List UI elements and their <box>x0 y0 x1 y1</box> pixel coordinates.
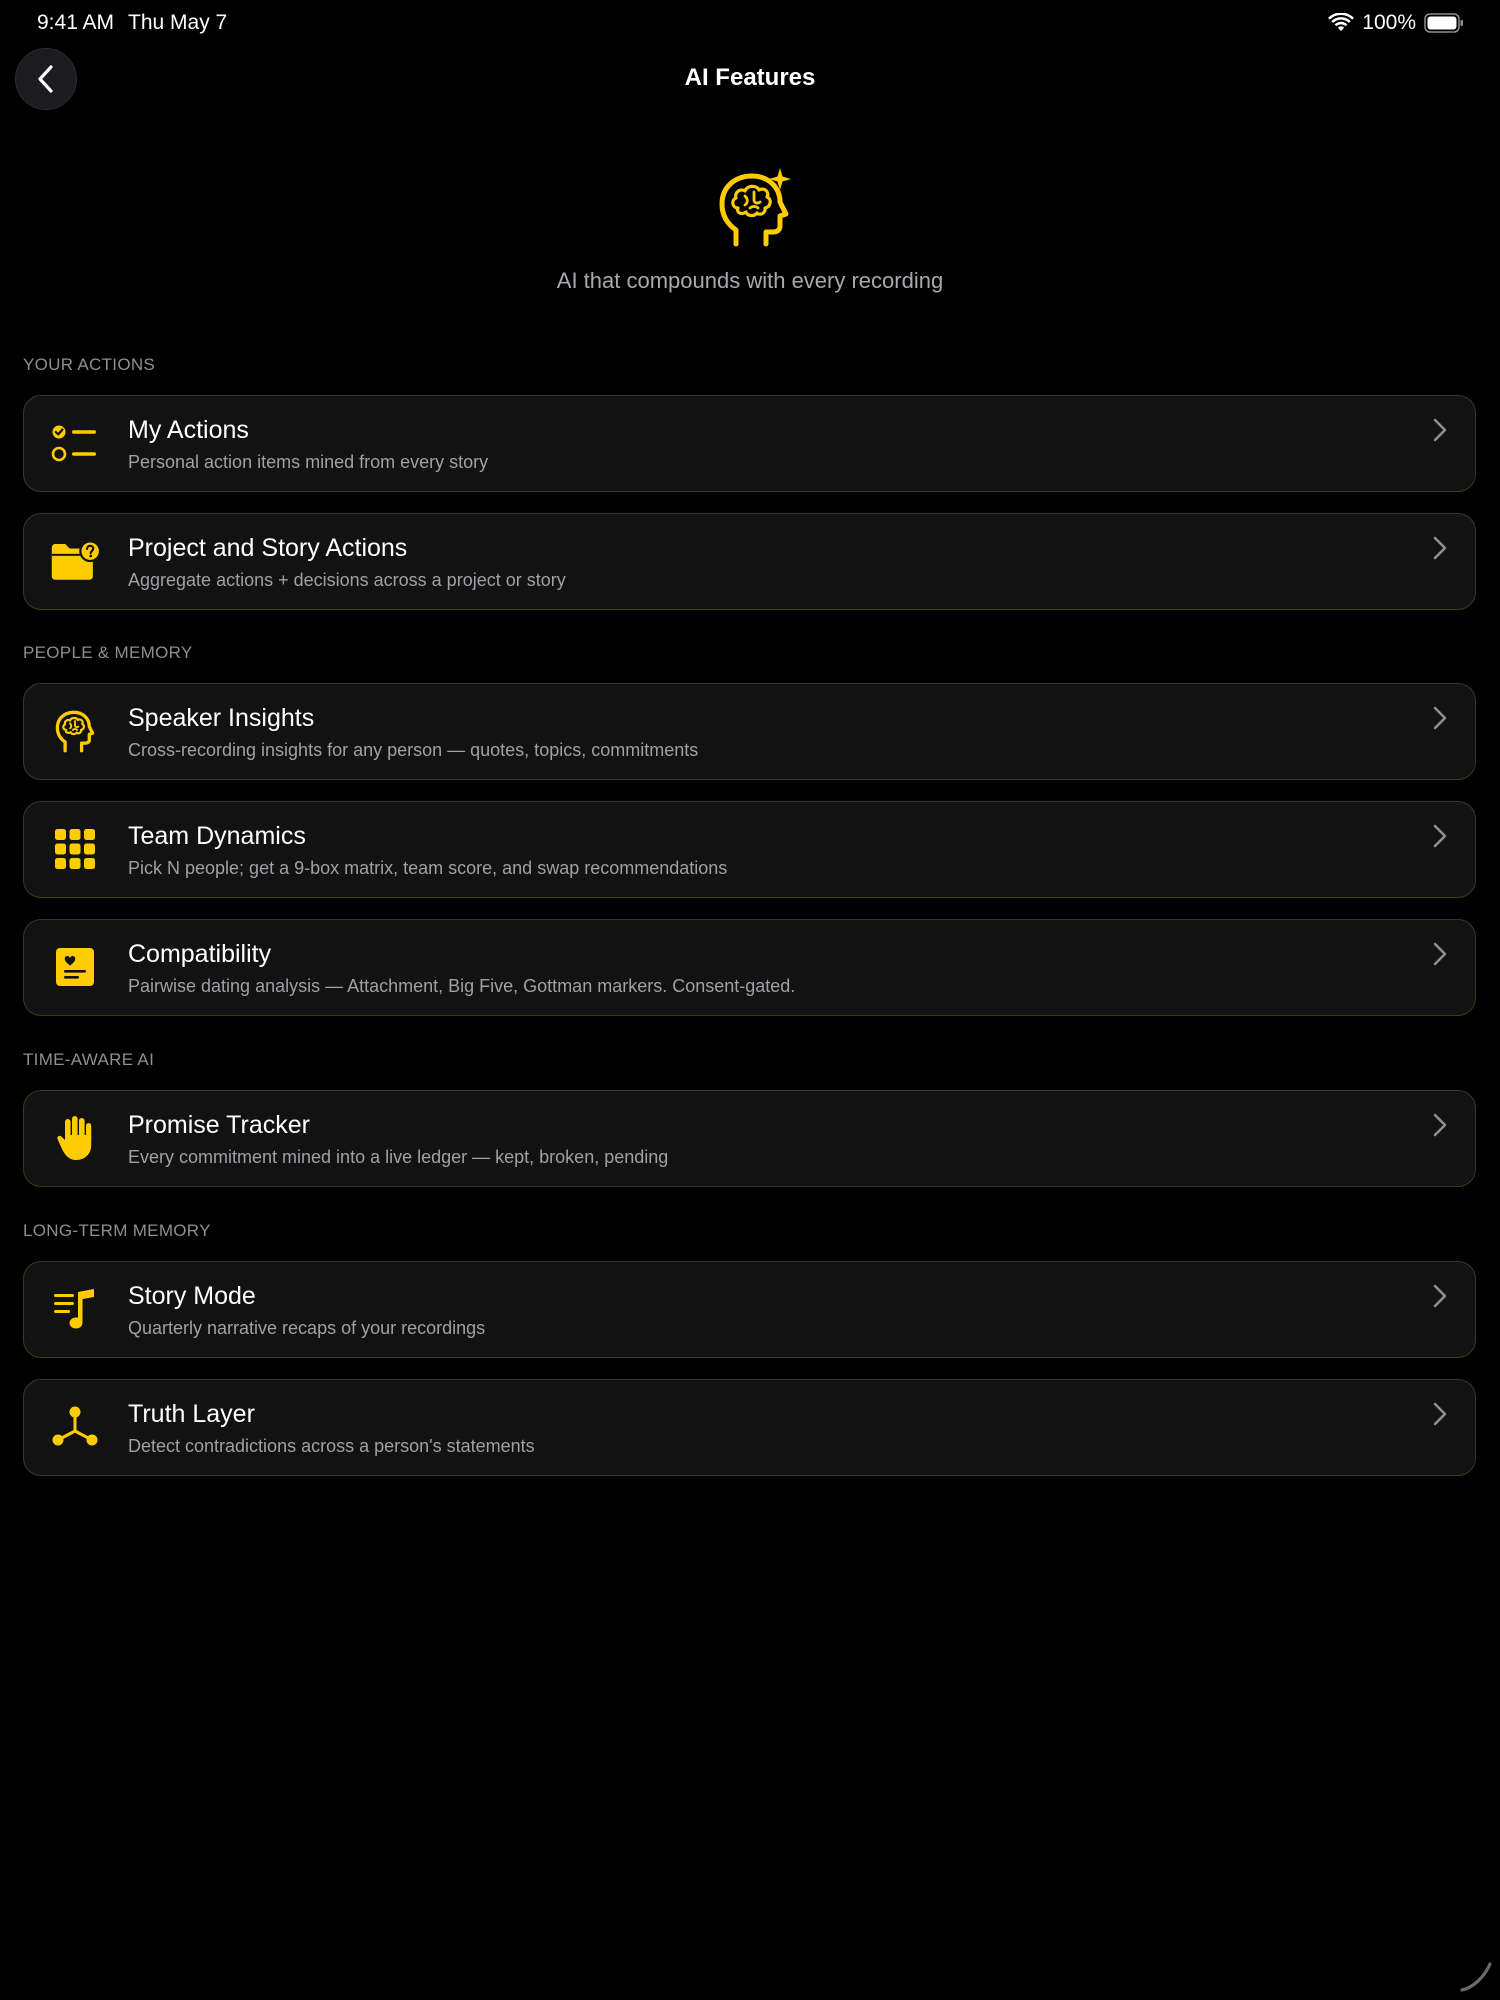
heart-card-icon <box>50 942 100 992</box>
status-date: Thu May 7 <box>128 11 228 34</box>
feature-row-promise-tracker[interactable]: Promise Tracker Every commitment mined i… <box>23 1090 1476 1187</box>
chevron-right-icon <box>1433 706 1447 730</box>
feature-row-truth-layer[interactable]: Truth Layer Detect contradictions across… <box>23 1379 1476 1476</box>
feature-row-speaker-insights[interactable]: Speaker Insights Cross-recording insight… <box>23 683 1476 780</box>
feature-title: Promise Tracker <box>128 1111 310 1139</box>
chevron-right-icon <box>1433 942 1447 966</box>
raised-hand-icon <box>50 1113 100 1163</box>
brain-head-sparkle-icon <box>719 168 791 247</box>
section-header-time-aware-ai: TIME-AWARE AI <box>23 1050 155 1069</box>
battery-percentage: 100% <box>1362 11 1416 34</box>
feature-row-team-dynamics[interactable]: Team Dynamics Pick N people; get a 9-box… <box>23 801 1476 898</box>
chevron-right-icon <box>1433 1284 1447 1308</box>
corner-resize-indicator <box>1460 1962 1492 1992</box>
status-time: 9:41 AM <box>37 11 115 34</box>
feature-subtitle: Cross-recording insights for any person … <box>128 740 699 760</box>
feature-title: Speaker Insights <box>128 704 315 732</box>
feature-title: Story Mode <box>128 1282 256 1310</box>
wifi-icon <box>1328 13 1355 31</box>
feature-row-story-mode[interactable]: Story Mode Quarterly narrative recaps of… <box>23 1261 1476 1358</box>
chevron-right-icon <box>1433 1113 1447 1137</box>
hero: AI that compounds with every recording <box>0 168 1500 298</box>
page-title: AI Features <box>684 64 816 91</box>
feature-row-my-actions[interactable]: My Actions Personal action items mined f… <box>23 395 1476 492</box>
chevron-right-icon <box>1433 1402 1447 1426</box>
hero-tagline: AI that compounds with every recording <box>556 268 944 293</box>
folder-question-icon <box>50 536 100 586</box>
status-indicators: 100% <box>1328 10 1464 36</box>
chevron-right-icon <box>1433 536 1447 560</box>
section-header-long-term-memory: LONG-TERM MEMORY <box>23 1221 211 1240</box>
feature-title: Compatibility <box>128 940 272 968</box>
network-nodes-icon <box>50 1402 100 1452</box>
feature-title: My Actions <box>128 416 249 444</box>
feature-subtitle: Pick N people; get a 9-box matrix, team … <box>128 858 728 878</box>
feature-subtitle: Every commitment mined into a live ledge… <box>128 1147 669 1167</box>
checklist-icon <box>50 418 100 468</box>
feature-subtitle: Personal action items mined from every s… <box>128 452 489 472</box>
brain-head-icon <box>50 706 100 756</box>
feature-subtitle: Detect contradictions across a person's … <box>128 1436 535 1456</box>
status-bar: 9:41 AM Thu May 7 100% <box>0 0 1500 46</box>
feature-title: Team Dynamics <box>128 822 306 850</box>
feature-subtitle: Quarterly narrative recaps of your recor… <box>128 1318 486 1338</box>
feature-row-compatibility[interactable]: Compatibility Pairwise dating analysis —… <box>23 919 1476 1016</box>
feature-title: Truth Layer <box>128 1400 255 1428</box>
section-header-people-memory: PEOPLE & MEMORY <box>23 643 193 662</box>
music-list-icon <box>50 1284 100 1334</box>
feature-title: Project and Story Actions <box>128 534 408 562</box>
navigation-bar: AI Features <box>0 46 1500 112</box>
chevron-right-icon <box>1433 418 1447 442</box>
grid-nine-icon <box>50 824 100 874</box>
feature-subtitle: Pairwise dating analysis — Attachment, B… <box>128 976 796 996</box>
battery-icon <box>1424 13 1463 33</box>
feature-row-project-story-actions[interactable]: Project and Story Actions Aggregate acti… <box>23 513 1476 610</box>
chevron-right-icon <box>1433 824 1447 848</box>
section-header-your-actions: YOUR ACTIONS <box>23 355 156 374</box>
feature-subtitle: Aggregate actions + decisions across a p… <box>128 570 566 590</box>
